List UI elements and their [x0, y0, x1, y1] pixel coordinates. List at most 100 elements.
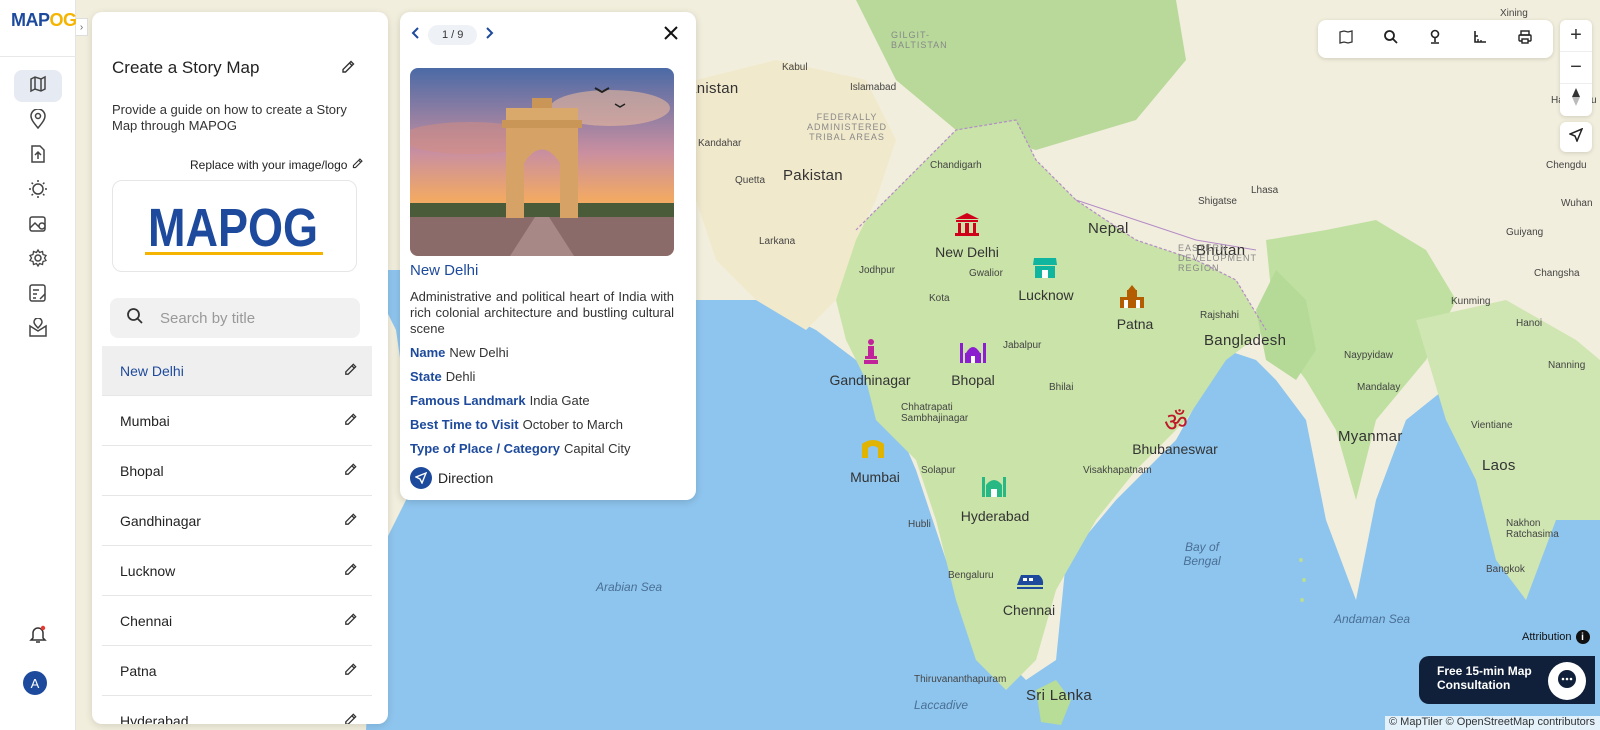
- attribute-key: Best Time to Visit: [410, 417, 519, 432]
- pencil-icon[interactable]: [343, 562, 358, 580]
- city-label: Solapur: [921, 465, 956, 476]
- direction-button[interactable]: Direction: [410, 467, 493, 489]
- charminar-icon[interactable]: [979, 471, 1009, 501]
- city-label: Naypyidaw: [1344, 350, 1393, 361]
- list-item[interactable]: Chennai: [102, 596, 372, 646]
- app-logo[interactable]: MAPOG: [11, 10, 77, 31]
- marker-label: New Delhi: [935, 244, 999, 260]
- city-label: Vientiane: [1471, 420, 1513, 431]
- measure-button[interactable]: [1465, 24, 1495, 54]
- pencil-icon[interactable]: [343, 412, 358, 430]
- list-item[interactable]: Lucknow: [102, 546, 372, 596]
- list-item[interactable]: Hyderabad: [102, 696, 372, 724]
- gateway-icon[interactable]: [858, 433, 888, 463]
- list-item[interactable]: Patna: [102, 646, 372, 696]
- rail-item-gallery[interactable]: [14, 210, 62, 242]
- edit-title-button[interactable]: [340, 59, 356, 80]
- city-label: Kandahar: [698, 138, 742, 149]
- map-layers-button[interactable]: [1331, 24, 1361, 54]
- om-icon[interactable]: ॐ: [1161, 407, 1191, 437]
- close-icon: [664, 26, 678, 44]
- expand-rail-button[interactable]: ›: [76, 18, 88, 36]
- pencil-icon[interactable]: [343, 462, 358, 480]
- city-label: Larkana: [759, 236, 796, 247]
- search-box[interactable]: [110, 298, 360, 338]
- story-title: Create a Story Map: [112, 58, 260, 77]
- city-label: Lhasa: [1251, 185, 1279, 196]
- chat-button[interactable]: [1548, 662, 1586, 700]
- pencil-icon[interactable]: [343, 612, 358, 630]
- map-toolbar: [1318, 20, 1553, 58]
- rail-item-share[interactable]: [14, 314, 62, 346]
- sea-label: Bay of Bengal: [1183, 540, 1221, 568]
- compass-button[interactable]: [1560, 84, 1592, 116]
- pencil-icon[interactable]: [343, 362, 358, 380]
- list-item[interactable]: Bhopal: [102, 446, 372, 496]
- pencil-icon[interactable]: [343, 712, 358, 724]
- shop-icon[interactable]: [1030, 253, 1060, 283]
- search-input[interactable]: [160, 309, 340, 327]
- marker-label: Bhopal: [951, 372, 995, 388]
- region-label: GILGIT-BALTISTAN: [891, 30, 948, 50]
- list-item-label: Bhopal: [120, 462, 164, 479]
- temple-icon[interactable]: [1117, 282, 1147, 312]
- country-label: Myanmar: [1338, 428, 1403, 445]
- attribute-key: Famous Landmark: [410, 393, 526, 408]
- statue-icon[interactable]: [856, 337, 886, 367]
- attribute-value: Dehli: [445, 369, 476, 384]
- rail-divider: [0, 56, 76, 57]
- marker-label: Bhubaneswar: [1132, 441, 1218, 457]
- replace-logo-button[interactable]: Replace with your image/logo: [190, 157, 364, 173]
- chevron-right-icon[interactable]: [485, 26, 495, 45]
- city-label: Shigatse: [1198, 196, 1237, 207]
- notifications-button[interactable]: [22, 620, 54, 652]
- city-label: Thiruvananthapuram: [914, 674, 1007, 685]
- attribute-row: State Dehli: [410, 369, 680, 384]
- rail-item-analysis[interactable]: [14, 175, 62, 207]
- measure-icon: [1472, 29, 1488, 50]
- chevron-left-icon[interactable]: [410, 26, 420, 45]
- city-label: Nakhon Ratchasima: [1506, 518, 1559, 540]
- gear-icon: [28, 248, 48, 273]
- map-search-button[interactable]: [1376, 24, 1406, 54]
- mosque-icon[interactable]: [958, 337, 988, 367]
- city-label: Guiyang: [1506, 227, 1544, 238]
- train-icon[interactable]: [1015, 567, 1045, 597]
- city-label: Bangkok: [1486, 564, 1525, 575]
- list-item-label: Hyderabad: [120, 712, 189, 725]
- rail-item-story-map[interactable]: [14, 70, 62, 102]
- attribute-key: Type of Place / Category: [410, 441, 561, 456]
- rail-item-upload[interactable]: [14, 140, 62, 172]
- add-pin-button[interactable]: [1420, 24, 1450, 54]
- zoom-in-button[interactable]: +: [1560, 20, 1592, 52]
- locate-me-button[interactable]: [1560, 122, 1592, 152]
- list-item[interactable]: Mumbai: [102, 396, 372, 446]
- attribution-button[interactable]: Attribution i: [1522, 630, 1590, 644]
- city-label: Gwalior: [969, 268, 1003, 279]
- rail-item-survey[interactable]: [14, 279, 62, 311]
- attribute-key: State: [410, 369, 442, 384]
- city-label: Rajshahi: [1200, 310, 1239, 321]
- story-panel: Create a Story Map Provide a guide on ho…: [92, 12, 388, 724]
- attribute-value: Capital City: [564, 441, 631, 456]
- rail-item-settings[interactable]: [14, 244, 62, 276]
- list-item[interactable]: Gandhinagar: [102, 496, 372, 546]
- map-layers-icon: [1338, 29, 1354, 50]
- print-button[interactable]: [1510, 24, 1540, 54]
- pencil-icon[interactable]: [343, 662, 358, 680]
- pencil-icon[interactable]: [343, 512, 358, 530]
- attribute-row: Famous Landmark India Gate: [410, 393, 680, 408]
- story-logo: MAPOG: [112, 180, 357, 272]
- rail-item-location[interactable]: [14, 105, 62, 137]
- country-label: Laos: [1482, 457, 1516, 474]
- avatar[interactable]: A: [23, 671, 47, 695]
- monument-icon[interactable]: [952, 209, 982, 239]
- attribute-row: Best Time to Visit October to March: [410, 417, 680, 432]
- place-description: Administrative and political heart of In…: [410, 289, 674, 336]
- close-button[interactable]: [664, 26, 678, 45]
- zoom-out-button[interactable]: −: [1560, 52, 1592, 84]
- list-item[interactable]: New Delhi: [102, 346, 372, 396]
- mail-pin-icon: [28, 316, 48, 343]
- pencil-icon: [340, 60, 356, 79]
- chevron-right-icon: ›: [79, 21, 84, 33]
